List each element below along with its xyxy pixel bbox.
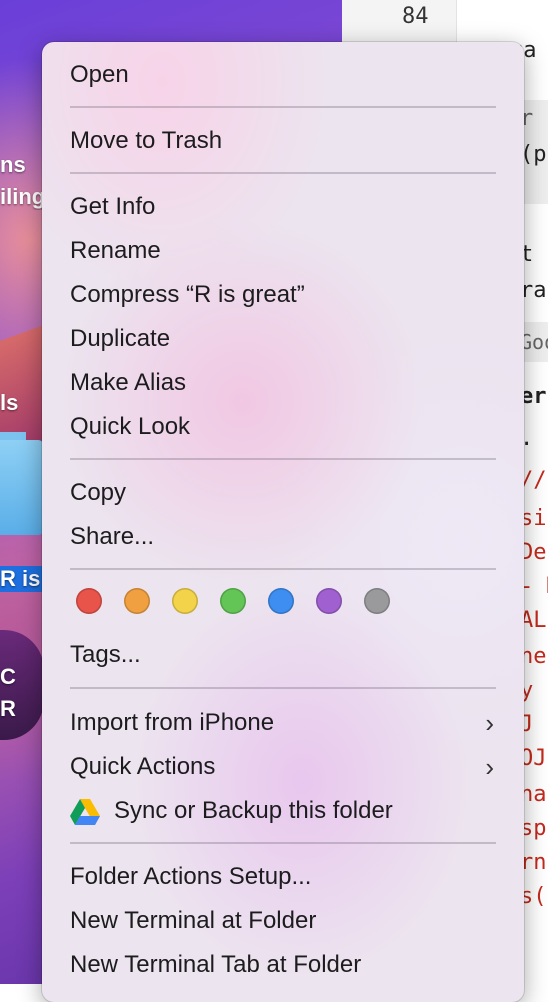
desktop-file-label[interactable]: iling xyxy=(0,184,45,210)
code-line: y E xyxy=(520,678,548,703)
tag-gray[interactable] xyxy=(364,588,390,614)
context-menu: Open Move to Trash Get Info Rename Compr… xyxy=(42,42,524,1002)
menu-item-get-info[interactable]: Get Info xyxy=(70,187,508,227)
code-line: - M xyxy=(520,574,548,599)
desktop-file-label[interactable]: R is xyxy=(0,566,40,592)
menu-separator xyxy=(70,106,496,108)
code-line: Goo xyxy=(520,330,548,354)
menu-item-quick-actions[interactable]: Quick Actions › xyxy=(70,747,508,787)
code-line: ern xyxy=(520,384,548,409)
menu-separator xyxy=(70,842,496,844)
google-drive-icon xyxy=(70,799,100,825)
menu-item-quick-look[interactable]: Quick Look xyxy=(70,407,508,447)
code-line: sio xyxy=(520,506,548,531)
menu-separator xyxy=(70,687,496,689)
tag-green[interactable] xyxy=(220,588,246,614)
chevron-right-icon: › xyxy=(485,708,494,738)
menu-item-rename[interactable]: Rename xyxy=(70,231,508,271)
menu-separator xyxy=(70,172,496,174)
menu-item-tags[interactable]: Tags... xyxy=(70,635,508,675)
code-line: nal xyxy=(520,782,548,807)
menu-item-import-from-iphone[interactable]: Import from iPhone › xyxy=(70,703,508,743)
tag-yellow[interactable] xyxy=(172,588,198,614)
desktop-file-label[interactable]: ns xyxy=(0,152,26,178)
menu-item-sync-backup[interactable]: Sync or Backup this folder xyxy=(70,791,508,831)
code-line: J n xyxy=(520,712,548,737)
menu-item-folder-actions-setup[interactable]: Folder Actions Setup... xyxy=(70,857,508,897)
line-number: 84 xyxy=(402,4,429,29)
menu-item-open[interactable]: Open xyxy=(70,55,508,95)
menu-item-compress[interactable]: Compress “R is great” xyxy=(70,275,508,315)
menu-item-label: Quick Actions xyxy=(70,753,216,780)
menu-item-make-alias[interactable]: Make Alias xyxy=(70,363,508,403)
menu-item-new-terminal[interactable]: New Terminal at Folder xyxy=(70,901,508,941)
tag-red[interactable] xyxy=(76,588,102,614)
desktop-file-label[interactable]: ls xyxy=(0,390,18,416)
tag-purple[interactable] xyxy=(316,588,342,614)
tag-blue[interactable] xyxy=(268,588,294,614)
menu-item-move-to-trash[interactable]: Move to Trash xyxy=(70,121,508,161)
tag-orange[interactable] xyxy=(124,588,150,614)
chevron-right-icon: › xyxy=(485,752,494,782)
folder-icon[interactable] xyxy=(0,440,44,535)
desktop-file-label[interactable]: C xyxy=(0,664,16,690)
menu-item-label: Import from iPhone xyxy=(70,709,275,736)
menu-item-new-terminal-tab[interactable]: New Terminal Tab at Folder xyxy=(70,945,508,985)
desktop-file-label[interactable]: R xyxy=(0,696,16,722)
menu-item-label: Sync or Backup this folder xyxy=(114,797,393,824)
menu-item-share[interactable]: Share... xyxy=(70,517,508,557)
menu-item-duplicate[interactable]: Duplicate xyxy=(70,319,508,359)
menu-separator xyxy=(70,568,496,570)
menu-separator xyxy=(70,458,496,460)
menu-item-copy[interactable]: Copy xyxy=(70,473,508,513)
